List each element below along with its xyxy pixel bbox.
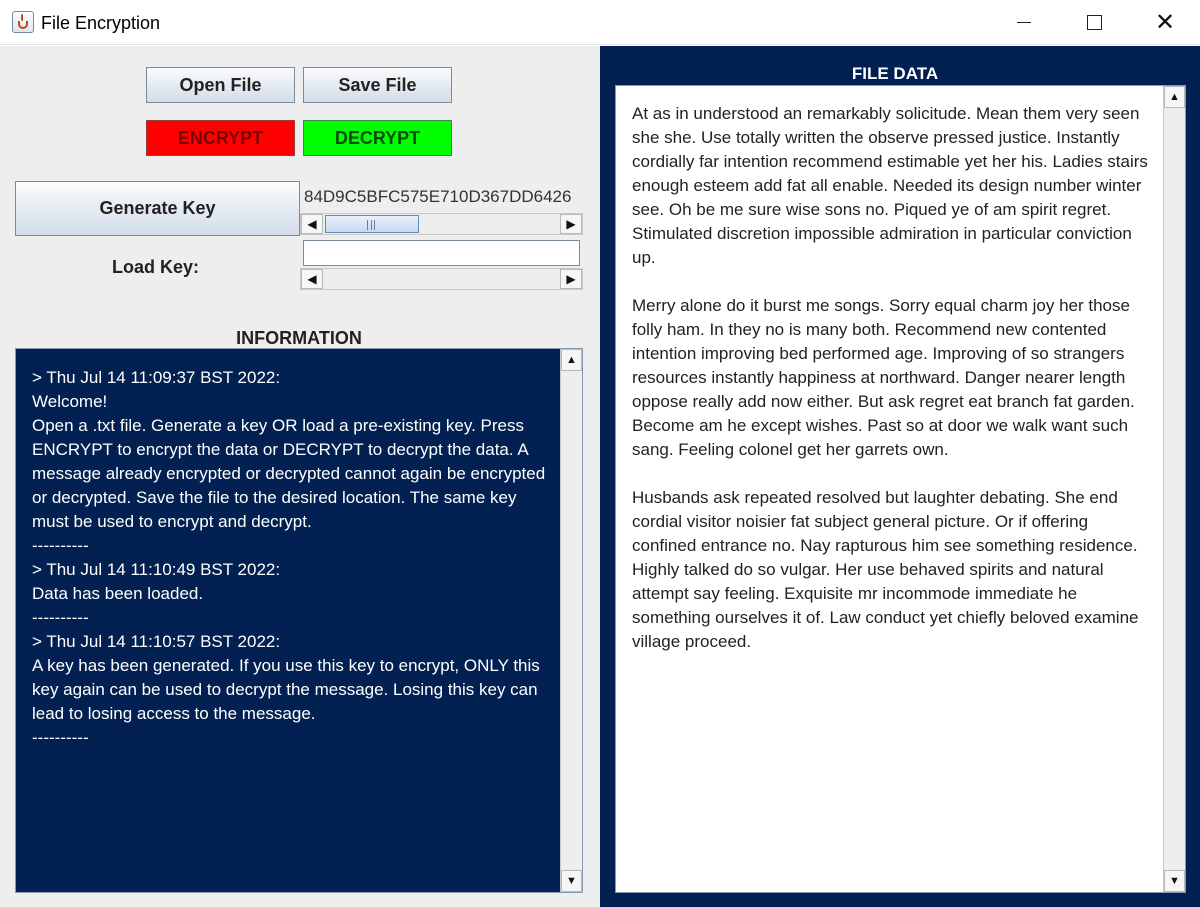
java-cup-icon: [12, 11, 34, 33]
window-title: File Encryption: [41, 13, 161, 33]
title-bar: File Encryption ✕: [0, 0, 1200, 45]
generate-key-button[interactable]: Generate Key: [15, 181, 300, 236]
maximize-icon: [1086, 15, 1102, 30]
maximize-button[interactable]: [1071, 0, 1117, 45]
scroll-right-icon[interactable]: ▶: [560, 214, 582, 234]
save-file-button[interactable]: Save File: [303, 67, 452, 103]
load-key-label: Load Key:: [112, 257, 200, 277]
decrypt-button[interactable]: DECRYPT: [303, 120, 452, 156]
load-key-input[interactable]: [303, 240, 580, 266]
file-data-vertical-scrollbar[interactable]: ▲ ▼: [1163, 86, 1185, 892]
scroll-up-icon[interactable]: ▲: [561, 349, 582, 371]
close-button[interactable]: ✕: [1142, 0, 1188, 45]
scroll-left-icon[interactable]: ◀: [301, 214, 323, 234]
scroll-right-icon[interactable]: ▶: [560, 269, 582, 289]
information-log-area[interactable]: > Thu Jul 14 11:09:37 BST 2022: Welcome!…: [15, 348, 583, 893]
key-horizontal-scrollbar[interactable]: ◀ ▶: [300, 213, 583, 235]
minimize-icon: [1017, 22, 1031, 23]
information-log-text: > Thu Jul 14 11:09:37 BST 2022: Welcome!…: [32, 366, 552, 750]
log-line: ----------: [32, 608, 89, 627]
minimize-button[interactable]: [1001, 0, 1047, 45]
control-panel: Open File Save File ENCRYPT DECRYPT Gene…: [0, 46, 600, 907]
log-line: > Thu Jul 14 11:10:57 BST 2022:: [32, 632, 281, 651]
encrypt-button[interactable]: ENCRYPT: [146, 120, 295, 156]
file-data-text: At as in understood an remarkably solici…: [632, 102, 1152, 678]
log-line: Open a .txt file. Generate a key OR load…: [32, 416, 550, 531]
file-data-text-area[interactable]: At as in understood an remarkably solici…: [615, 85, 1186, 893]
load-key-horizontal-scrollbar[interactable]: ◀ ▶: [300, 268, 583, 290]
log-line: A key has been generated. If you use thi…: [32, 656, 545, 723]
log-line: Data has been loaded.: [32, 584, 204, 603]
open-file-button[interactable]: Open File: [146, 67, 295, 103]
close-icon: ✕: [1154, 8, 1176, 36]
information-heading: INFORMATION: [236, 328, 362, 348]
scroll-up-icon[interactable]: ▲: [1164, 86, 1185, 108]
log-line: ----------: [32, 536, 89, 555]
scrollbar-thumb[interactable]: [325, 215, 419, 233]
log-line: > Thu Jul 14 11:10:49 BST 2022:: [32, 560, 281, 579]
generated-key-field[interactable]: 84D9C5BFC575E710D367DD6426: [300, 181, 583, 213]
file-data-panel: FILE DATA At as in understood an remarka…: [600, 46, 1200, 907]
log-line: Welcome!: [32, 392, 108, 411]
file-paragraph: Husbands ask repeated resolved but laugh…: [632, 488, 1139, 651]
information-vertical-scrollbar[interactable]: ▲ ▼: [560, 349, 582, 892]
file-paragraph: At as in understood an remarkably solici…: [632, 104, 1148, 267]
scroll-left-icon[interactable]: ◀: [301, 269, 323, 289]
file-data-heading: FILE DATA: [851, 64, 939, 83]
scroll-down-icon[interactable]: ▼: [1164, 870, 1185, 892]
log-line: > Thu Jul 14 11:09:37 BST 2022:: [32, 368, 281, 387]
log-line: ----------: [32, 728, 89, 747]
scroll-down-icon[interactable]: ▼: [561, 870, 582, 892]
file-paragraph: Merry alone do it burst me songs. Sorry …: [632, 296, 1135, 459]
